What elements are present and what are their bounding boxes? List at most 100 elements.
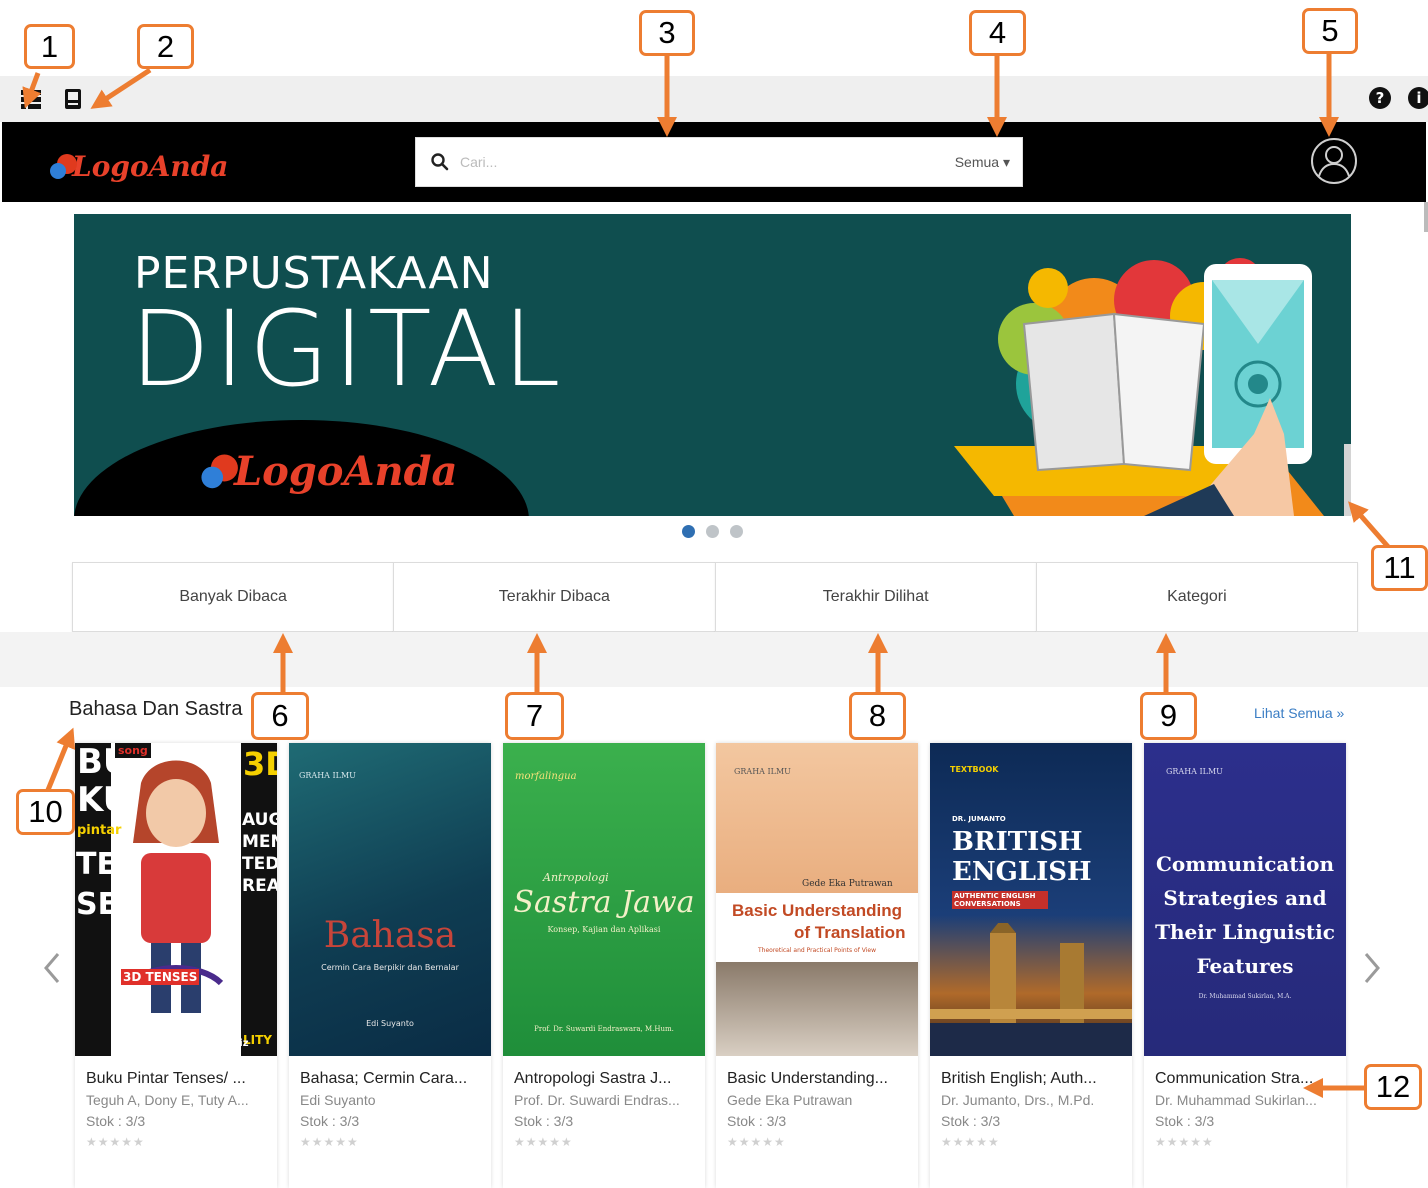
book-title[interactable]: Antropologi Sastra J...: [514, 1070, 695, 1088]
book-title[interactable]: Bahasa; Cermin Cara...: [300, 1070, 481, 1088]
cover-text: Bahasa: [323, 915, 457, 956]
book-title[interactable]: Buku Pintar Tenses/ ...: [86, 1070, 267, 1088]
carousel-dot[interactable]: [730, 525, 743, 538]
book-card[interactable]: GRAHA ILMU Bahasa Cermin Cara Berpikir d…: [289, 743, 491, 1188]
annotation-callout: 5: [1302, 8, 1358, 54]
tab-kategori[interactable]: Kategori: [1035, 562, 1358, 632]
book-card[interactable]: TEXTBOOK DR. JUMANTO BRITISH ENGLISH AUT…: [930, 743, 1132, 1188]
logo-text: LogoAnda: [72, 150, 229, 183]
site-logo[interactable]: LogoAnda: [50, 150, 228, 183]
search-icon[interactable]: [430, 152, 450, 172]
tab-terakhir-dibaca[interactable]: Terakhir Dibaca: [393, 562, 716, 632]
book-cover: GRAHA ILMU Bahasa Cermin Cara Berpikir d…: [289, 743, 491, 1056]
rating-stars: ★★★★★: [300, 1135, 359, 1149]
book-card[interactable]: GRAHA ILMU Gede Eka Putrawan Basic Under…: [716, 743, 918, 1188]
search-input[interactable]: [460, 154, 910, 170]
scrollbar[interactable]: [1424, 202, 1428, 232]
rating-stars: ★★★★★: [514, 1135, 573, 1149]
book-author: Dr. Jumanto, Drs., M.Pd.: [941, 1092, 1095, 1108]
cover-text: AUTHENTIC ENGLISH CONVERSATIONS: [952, 891, 1048, 909]
cover-text: Edi Suyanto: [366, 1019, 414, 1028]
banner-logo: LogoAnda: [201, 448, 458, 495]
cover-text: Theoretical and Practical Points of View: [757, 947, 876, 954]
cover-text: GRAHA ILMU: [299, 771, 356, 780]
annotation-callout: 1: [24, 24, 75, 69]
book-stock: Stok : 3/3: [1155, 1113, 1215, 1129]
rating-stars: ★★★★★: [727, 1135, 786, 1149]
cover-text: 3D: [243, 745, 277, 783]
cover-bridge-illustration: [930, 923, 1132, 1056]
book-card[interactable]: morfalingua Antropologi Sastra Jawa Kons…: [503, 743, 705, 1188]
search-scope-dropdown[interactable]: Semua ▾: [955, 154, 1010, 171]
tab-banyak-dibaca[interactable]: Banyak Dibaca: [72, 562, 395, 632]
info-icon[interactable]: i: [1408, 87, 1428, 109]
book-card[interactable]: BU KU pintar TEN SES song 3D AUGMENTEDRE…: [75, 743, 277, 1188]
book-cover: GRAHA ILMU Communication Strategies and …: [1144, 743, 1346, 1056]
help-icon[interactable]: ?: [1369, 87, 1391, 109]
cover-text: Cermin Cara Berpikir dan Bernalar: [321, 963, 459, 972]
book-info: Basic Understanding... Gede Eka Putrawan…: [716, 1056, 918, 1149]
book-author: Prof. Dr. Suwardi Endras...: [514, 1092, 680, 1108]
top-toolbar: ? i: [0, 76, 1428, 122]
cover-text: Prof. Dr. Suwardi Endraswara, M.Hum.: [534, 1025, 674, 1033]
book-title[interactable]: Basic Understanding...: [727, 1070, 908, 1088]
book-title[interactable]: British English; Auth...: [941, 1070, 1122, 1088]
annotation-callout: 12: [1364, 1064, 1422, 1110]
banner-line2: DIGITAL: [130, 288, 565, 410]
book-card[interactable]: GRAHA ILMU Communication Strategies and …: [1144, 743, 1346, 1188]
site-header: LogoAnda Semua ▾: [2, 122, 1426, 202]
cover-character-illustration: [128, 760, 224, 1013]
annotation-callout: 4: [969, 10, 1026, 56]
user-avatar-icon[interactable]: [1309, 136, 1359, 186]
rating-stars: ★★★★★: [86, 1135, 145, 1149]
chevron-right-icon[interactable]: [1358, 948, 1386, 988]
book-stock: Stok : 3/3: [941, 1113, 1001, 1129]
rating-stars: ★★★★★: [1155, 1135, 1214, 1149]
book-title[interactable]: Communication Stra...: [1155, 1070, 1336, 1088]
annotation-callout: 9: [1140, 692, 1197, 740]
book-author: Gede Eka Putrawan: [727, 1092, 853, 1108]
annotation-callout: 10: [16, 789, 75, 835]
book-info: British English; Auth... Dr. Jumanto, Dr…: [930, 1056, 1132, 1149]
cover-text: of Translation: [794, 923, 906, 942]
book-info: Buku Pintar Tenses/ ... Teguh A, Dony E,…: [75, 1056, 277, 1149]
rating-stars: ★★★★★: [941, 1135, 1000, 1149]
carousel-indicators: [682, 525, 743, 538]
cover-text: Basic Understanding: [731, 901, 903, 920]
cover-text: AUGMENTEDREA: [242, 810, 277, 896]
hero-banner-carousel[interactable]: PERPUSTAKAAN DIGITAL LogoAnda: [74, 214, 1351, 516]
cover-text: morfalingua: [515, 771, 577, 782]
book-author: Dr. Muhammad Sukirlan...: [1155, 1092, 1317, 1108]
annotation-callout: 7: [505, 692, 564, 740]
book-info: Communication Stra... Dr. Muhammad Sukir…: [1144, 1056, 1346, 1149]
cover-title: Communication Strategies and Their Lingu…: [1155, 852, 1335, 978]
banner-logo-text: LogoAnda: [234, 448, 458, 495]
book-author: Teguh A, Dony E, Tuty A...: [86, 1092, 249, 1108]
app-window: ? i LogoAnda Semua ▾ PERPUSTAKAAN DIGITA…: [0, 0, 1428, 1188]
annotation-callout: 8: [849, 692, 906, 740]
cover-right-strip: [241, 743, 277, 1056]
book-cover: GRAHA ILMU Gede Eka Putrawan Basic Under…: [716, 743, 918, 1056]
see-all-link[interactable]: Lihat Semua »: [1254, 705, 1344, 721]
cover-text: 3D TENSES: [121, 969, 200, 985]
cover-text: TEXTBOOK: [950, 765, 999, 774]
annotation-callout: 3: [639, 10, 695, 56]
cover-text: Sastra Jawa: [513, 885, 695, 920]
search-bar: Semua ▾: [415, 137, 1023, 187]
book-author: Edi Suyanto: [300, 1092, 376, 1108]
book-cover: BU KU pintar TEN SES song 3D AUGMENTEDRE…: [75, 743, 277, 1056]
carousel-dot[interactable]: [682, 525, 695, 538]
book-cover: TEXTBOOK DR. JUMANTO BRITISH ENGLISH AUT…: [930, 743, 1132, 1056]
book-icon[interactable]: [60, 86, 86, 112]
cover-text: ENGLISH: [952, 857, 1092, 887]
annotation-callout: 6: [251, 692, 309, 740]
book-stock: Stok : 3/3: [86, 1113, 146, 1129]
category-tabs: Banyak Dibaca Terakhir Dibaca Terakhir D…: [72, 562, 1358, 632]
logo-mark: [50, 153, 77, 180]
list-icon[interactable]: [18, 86, 44, 112]
tab-terakhir-dilihat[interactable]: Terakhir Dilihat: [714, 562, 1037, 632]
carousel-dot[interactable]: [706, 525, 719, 538]
cover-text: Konsep, Kajian dan Aplikasi: [547, 925, 661, 934]
section-divider: [0, 632, 1428, 687]
chevron-left-icon[interactable]: [38, 948, 66, 988]
